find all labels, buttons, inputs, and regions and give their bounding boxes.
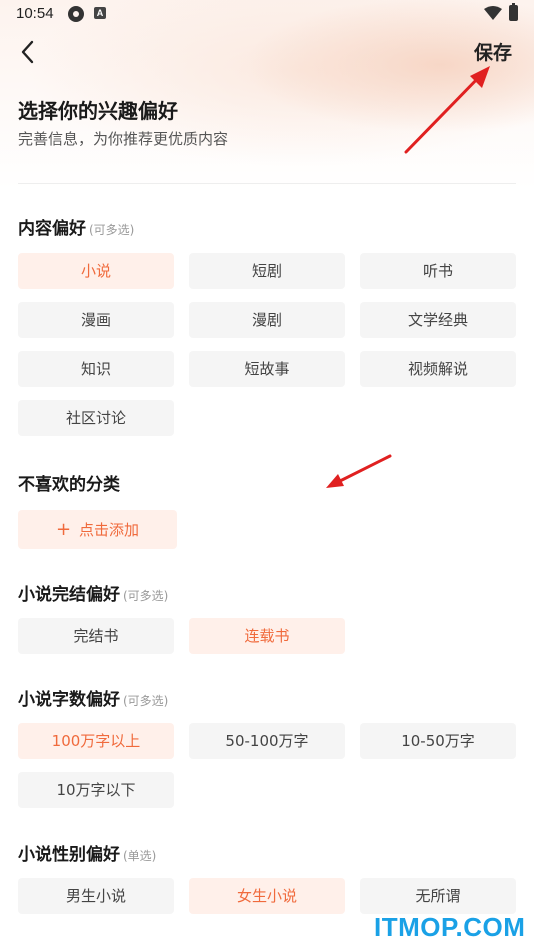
- wifi-icon: [484, 6, 502, 20]
- section-title-dislike: 不喜欢的分类: [18, 470, 120, 495]
- add-category-label: 点击添加: [79, 521, 140, 539]
- section-title-word-count: 小说字数偏好 (可多选): [18, 685, 168, 710]
- section-title-label: 不喜欢的分类: [18, 475, 120, 495]
- status-time: 10:54: [16, 5, 54, 22]
- battery-icon: [509, 3, 518, 21]
- chip-comic[interactable]: 漫画: [18, 302, 174, 338]
- chip-novel[interactable]: 小说: [18, 253, 174, 289]
- chip-over-1m[interactable]: 100万字以上: [18, 723, 174, 759]
- divider: [18, 183, 516, 184]
- page-subtitle: 完善信息，为你推荐更优质内容: [18, 130, 229, 148]
- chip-no-preference[interactable]: 无所谓: [360, 878, 516, 914]
- chevron-left-icon: [21, 40, 34, 64]
- a-badge-icon: A: [94, 7, 106, 19]
- chip-community[interactable]: 社区讨论: [18, 400, 174, 436]
- status-bar: 10:54 A: [0, 0, 534, 28]
- chip-knowledge[interactable]: 知识: [18, 351, 174, 387]
- app-notification-icon: [68, 6, 84, 22]
- chip-completed[interactable]: 完结书: [18, 618, 174, 654]
- chip-literary-classics[interactable]: 文学经典: [360, 302, 516, 338]
- section-hint: (可多选): [89, 223, 135, 237]
- section-title-label: 内容偏好: [18, 219, 86, 239]
- section-title-completion: 小说完结偏好 (可多选): [18, 580, 168, 605]
- chip-female[interactable]: 女生小说: [189, 878, 345, 914]
- page-title: 选择你的兴趣偏好: [18, 99, 178, 123]
- section-hint: (可多选): [123, 589, 169, 603]
- chip-video-commentary[interactable]: 视频解说: [360, 351, 516, 387]
- section-hint: (单选): [123, 849, 157, 863]
- section-hint: (可多选): [123, 694, 169, 708]
- chip-under-100k[interactable]: 10万字以下: [18, 772, 174, 808]
- chip-serializing[interactable]: 连载书: [189, 618, 345, 654]
- chip-500k-1m[interactable]: 50-100万字: [189, 723, 345, 759]
- section-title-gender: 小说性别偏好 (单选): [18, 840, 156, 865]
- add-category-button[interactable]: + 点击添加: [18, 510, 177, 549]
- annotation-arrow-save: [404, 66, 490, 154]
- chip-short-story[interactable]: 短故事: [189, 351, 345, 387]
- chip-comic-drama[interactable]: 漫剧: [189, 302, 345, 338]
- chip-male[interactable]: 男生小说: [18, 878, 174, 914]
- section-title-content: 内容偏好 (可多选): [18, 214, 134, 239]
- save-button[interactable]: 保存: [474, 38, 512, 65]
- section-title-label: 小说性别偏好: [18, 845, 120, 865]
- watermark: ITMOP.COM: [374, 912, 526, 942]
- annotation-arrow-dislike: [326, 454, 392, 488]
- back-button[interactable]: [16, 38, 42, 66]
- chip-short-drama[interactable]: 短剧: [189, 253, 345, 289]
- chip-audiobook[interactable]: 听书: [360, 253, 516, 289]
- section-title-label: 小说完结偏好: [18, 585, 120, 605]
- chip-100k-500k[interactable]: 10-50万字: [360, 723, 516, 759]
- plus-icon: +: [55, 519, 72, 540]
- section-title-label: 小说字数偏好: [18, 690, 120, 710]
